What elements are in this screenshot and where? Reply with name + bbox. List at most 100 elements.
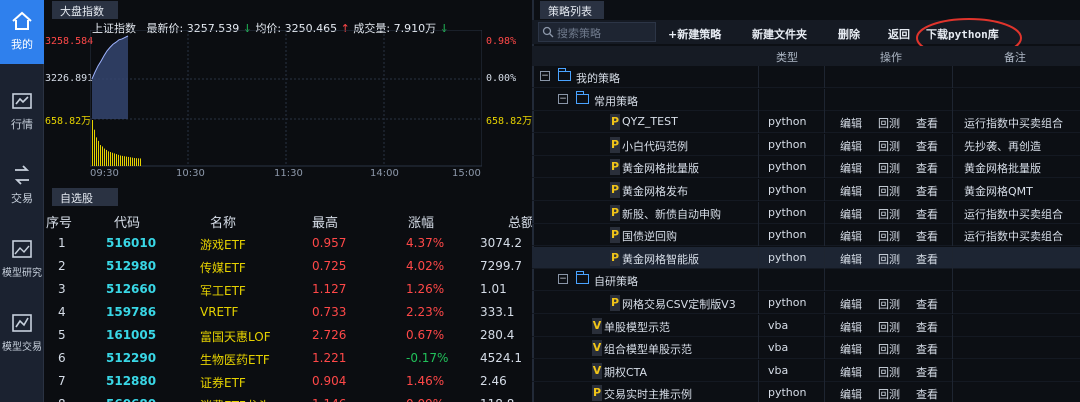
tree-item[interactable]: P 新股、新债自动申购 python 编辑 回测 查看 运行指数中买卖组合 [532, 201, 1080, 224]
view-button[interactable]: 查看 [916, 138, 938, 154]
edit-button[interactable]: 编辑 [840, 183, 862, 199]
delete-button[interactable]: 删除 [838, 26, 860, 42]
collapse-icon[interactable]: − [540, 71, 550, 81]
view-button[interactable]: 查看 [916, 228, 938, 244]
view-button[interactable]: 查看 [916, 206, 938, 222]
strategy-search-input[interactable]: 搜索策略 [538, 22, 656, 42]
backtest-button[interactable]: 回测 [878, 319, 900, 335]
edit-button[interactable]: 编辑 [840, 228, 862, 244]
table-row[interactable]: 6 512290 生物医药ETF 1.221 -0.17% 4524.1 [44, 351, 532, 374]
col-no[interactable]: 序号 [46, 212, 72, 231]
backtest-button[interactable]: 回测 [878, 364, 900, 380]
nav-item-quotes[interactable]: 行情 [0, 80, 44, 144]
grid-line [952, 66, 953, 88]
row-total: 2.46 [480, 374, 507, 388]
tree-folder[interactable]: − 我的策略 [532, 66, 1080, 88]
strategy-note: 黄金网格QMT [964, 185, 1033, 198]
volume-bar [114, 153, 115, 166]
strategy-name: 黄金网格发布 [622, 185, 688, 198]
view-button[interactable]: 查看 [916, 251, 938, 267]
col-total[interactable]: 总额 [508, 212, 534, 231]
nav-item-research[interactable]: 模型研究 [0, 228, 44, 292]
tree-item[interactable]: P 小白代码范例 python 编辑 回测 查看 先抄袭、再创造 [532, 133, 1080, 156]
tree-item[interactable]: P 黄金网格批量版 python 编辑 回测 查看 黄金网格批量版 [532, 156, 1080, 179]
table-row[interactable]: 4 159786 VRETF 0.733 2.23% 333.1 [44, 305, 532, 328]
backtest-button[interactable]: 回测 [878, 296, 900, 312]
view-button[interactable]: 查看 [916, 364, 938, 380]
col-name[interactable]: 名称 [210, 212, 236, 231]
tree-item[interactable]: V 组合模型单股示范 vba 编辑 回测 查看 [532, 337, 1080, 360]
tree-item[interactable]: P 网格交易CSV定制版V3 python 编辑 回测 查看 [532, 292, 1080, 314]
backtest-button[interactable]: 回测 [878, 228, 900, 244]
table-row[interactable]: 3 512660 军工ETF 1.127 1.26% 1.01 [44, 282, 532, 305]
col-type[interactable]: 类型 [776, 49, 798, 65]
backtest-button[interactable]: 回测 [878, 206, 900, 222]
edit-button[interactable]: 编辑 [840, 364, 862, 380]
row-change: 1.46% [406, 374, 445, 388]
view-button[interactable]: 查看 [916, 160, 938, 176]
backtest-button[interactable]: 回测 [878, 341, 900, 357]
edit-button[interactable]: 编辑 [840, 160, 862, 176]
volume-bar [138, 158, 139, 166]
backtest-button[interactable]: 回测 [878, 138, 900, 154]
col-code[interactable]: 代码 [114, 212, 140, 231]
tree-folder[interactable]: − 自研策略 [532, 269, 1080, 292]
tree-item[interactable]: P 交易实时主推示例 python 编辑 回测 查看 [532, 382, 1080, 402]
col-note[interactable]: 备注 [1004, 49, 1026, 65]
tab-market-index[interactable]: 大盘指数 [52, 1, 118, 19]
search-icon [542, 26, 554, 38]
view-button[interactable]: 查看 [916, 296, 938, 312]
nav-item-mine[interactable]: 我的 [0, 0, 44, 64]
tree-item[interactable]: V 单股模型示范 vba 编辑 回测 查看 [532, 314, 1080, 337]
tab-strategy-list[interactable]: 策略列表 [540, 1, 604, 19]
backtest-button[interactable]: 回测 [878, 115, 900, 131]
view-button[interactable]: 查看 [916, 183, 938, 199]
folder-icon [576, 271, 589, 285]
tree-item[interactable]: P 国债逆回购 python 编辑 回测 查看 运行指数中买卖组合 [532, 224, 1080, 247]
tab-watchlist[interactable]: 自选股 [52, 188, 118, 206]
col-ops[interactable]: 操作 [880, 49, 902, 65]
row-code: 560680 [106, 397, 156, 402]
edit-button[interactable]: 编辑 [840, 386, 862, 402]
tree-item[interactable]: P QYZ_TEST python 编辑 回测 查看 运行指数中买卖组合 [532, 111, 1080, 134]
backtest-button[interactable]: 回测 [878, 160, 900, 176]
col-change[interactable]: 涨幅 [408, 212, 434, 231]
new-folder-button[interactable]: 新建文件夹 [752, 26, 807, 42]
tree-folder[interactable]: − 常用策略 [532, 88, 1080, 111]
y-axis-top: 3258.584 [45, 36, 94, 47]
new-strategy-button[interactable]: +新建策略 [668, 26, 721, 42]
table-row[interactable]: 7 512880 证券ETF 0.904 1.46% 2.46 [44, 374, 532, 397]
grid-line [952, 224, 953, 247]
edit-button[interactable]: 编辑 [840, 138, 862, 154]
edit-button[interactable]: 编辑 [840, 206, 862, 222]
backtest-button[interactable]: 回测 [878, 386, 900, 402]
collapse-icon[interactable]: − [558, 274, 568, 285]
collapse-icon[interactable]: − [558, 93, 568, 104]
view-button[interactable]: 查看 [916, 115, 938, 131]
col-high[interactable]: 最高 [312, 212, 338, 231]
table-row[interactable]: 8 560680 消费ETF龙头 1.146 0.09% 118.8 [44, 397, 532, 402]
edit-button[interactable]: 编辑 [840, 319, 862, 335]
tree-item[interactable]: P 黄金网格智能版 python 编辑 回测 查看 [532, 246, 1080, 269]
view-button[interactable]: 查看 [916, 386, 938, 402]
table-row[interactable]: 1 516010 游戏ETF 0.957 4.37% 3074.2 [44, 236, 532, 259]
nav-item-model-trade[interactable]: 模型交易 [0, 302, 44, 366]
edit-button[interactable]: 编辑 [840, 341, 862, 357]
table-row[interactable]: 5 161005 富国天惠LOF 2.726 0.67% 280.4 [44, 328, 532, 351]
edit-button[interactable]: 编辑 [840, 251, 862, 267]
view-button[interactable]: 查看 [916, 341, 938, 357]
table-row[interactable]: 2 512980 传媒ETF 0.725 4.02% 7299.7 [44, 259, 532, 282]
python-file-icon: P [610, 295, 620, 311]
tree-item[interactable]: P 黄金网格发布 python 编辑 回测 查看 黄金网格QMT [532, 179, 1080, 201]
row-code: 512980 [106, 259, 157, 273]
grid-line [824, 156, 825, 179]
tree-item[interactable]: V 期权CTA vba 编辑 回测 查看 [532, 359, 1080, 382]
nav-item-trade[interactable]: 交易 [0, 154, 44, 218]
back-button[interactable]: 返回 [888, 26, 910, 42]
edit-button[interactable]: 编辑 [840, 296, 862, 312]
backtest-button[interactable]: 回测 [878, 183, 900, 199]
view-button[interactable]: 查看 [916, 319, 938, 335]
edit-button[interactable]: 编辑 [840, 115, 862, 131]
intraday-chart [90, 30, 482, 167]
backtest-button[interactable]: 回测 [878, 251, 900, 267]
